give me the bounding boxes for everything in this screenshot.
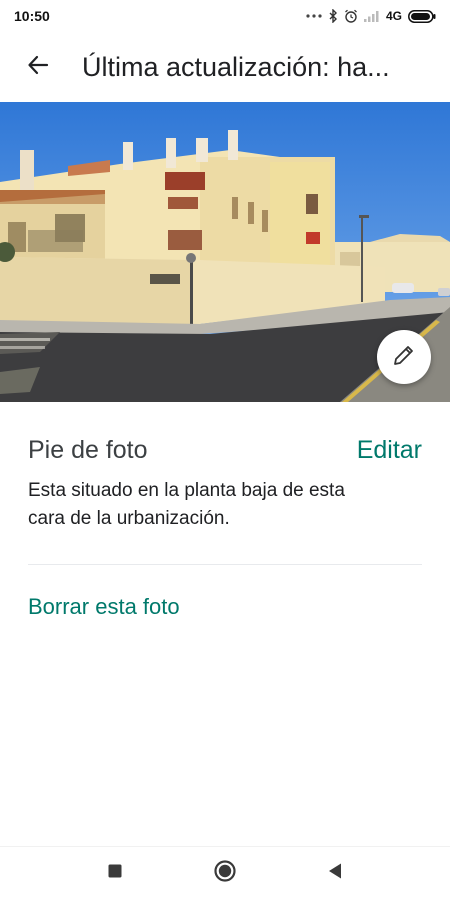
page-title: Última actualización: ha... <box>82 51 390 82</box>
system-back-button[interactable] <box>315 854 355 894</box>
divider <box>28 564 422 565</box>
edit-photo-button[interactable] <box>377 330 431 384</box>
status-bar: 10:50 4G <box>0 0 450 32</box>
app-bar: Última actualización: ha... <box>0 32 450 102</box>
pencil-icon <box>391 342 417 373</box>
system-nav-bar <box>0 846 450 900</box>
caption-section: Pie de foto Editar Esta situado en la pl… <box>28 436 422 533</box>
recents-button[interactable] <box>95 854 135 894</box>
more-dots-icon <box>306 13 322 19</box>
alarm-icon <box>344 9 358 23</box>
delete-photo-button[interactable]: Borrar esta foto <box>28 594 180 620</box>
home-button[interactable] <box>205 854 245 894</box>
caption-title: Pie de foto <box>28 436 148 464</box>
edit-caption-button[interactable]: Editar <box>357 436 422 465</box>
caption-text: Esta situado en la planta baja de esta c… <box>28 480 345 529</box>
recents-square-icon <box>107 863 123 884</box>
bluetooth-icon <box>328 9 338 23</box>
caption-header: Pie de foto Editar <box>28 436 422 465</box>
battery-icon <box>408 9 436 23</box>
signal-icon <box>363 10 380 22</box>
network-type: 4G <box>385 9 402 23</box>
arrow-back-icon <box>27 54 49 81</box>
back-triangle-icon <box>327 862 343 885</box>
status-icons: 4G <box>306 9 436 23</box>
back-button[interactable] <box>18 47 58 87</box>
home-circle-icon <box>213 859 237 888</box>
status-time: 10:50 <box>14 8 50 24</box>
